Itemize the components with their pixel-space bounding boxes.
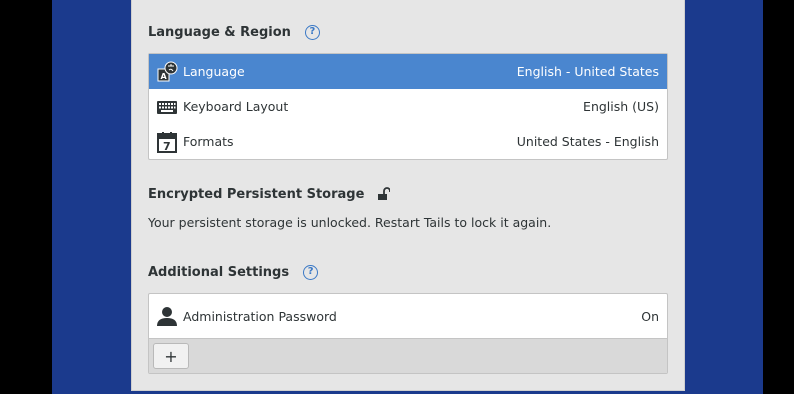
formats-row[interactable]: 7 Formats United States - English: [149, 124, 667, 159]
storage-status-text: Your persistent storage is unlocked. Res…: [148, 215, 552, 230]
language-region-heading: Language & Region ?: [148, 22, 320, 42]
storage-heading: Encrypted Persistent Storage: [148, 184, 391, 204]
additional-settings-list: Administration Password On +: [148, 293, 668, 374]
screen: Language & Region ? A Language English -…: [0, 0, 794, 394]
keyboard-layout-value: English (US): [583, 99, 659, 114]
keyboard-layout-label: Keyboard Layout: [183, 99, 289, 114]
language-row[interactable]: A Language English - United States: [149, 54, 667, 89]
calendar-day: 7: [163, 140, 171, 153]
administration-password-row[interactable]: Administration Password On: [149, 294, 667, 338]
administration-password-value: On: [641, 308, 659, 324]
formats-label: Formats: [183, 134, 234, 149]
storage-title: Encrypted Persistent Storage: [148, 186, 365, 202]
add-setting-button[interactable]: +: [153, 343, 189, 369]
language-label: Language: [183, 64, 245, 79]
language-region-title: Language & Region: [148, 24, 291, 40]
help-icon[interactable]: ?: [304, 24, 320, 40]
keyboard-icon: [156, 96, 178, 118]
list-toolbar: +: [149, 338, 667, 373]
language-icon: A: [156, 61, 178, 83]
calendar-icon: 7: [156, 131, 178, 153]
user-icon: [156, 305, 178, 327]
additional-settings-title: Additional Settings: [148, 264, 290, 280]
keyboard-layout-row[interactable]: Keyboard Layout English (US): [149, 89, 667, 124]
administration-password-label: Administration Password: [183, 308, 337, 324]
formats-value: United States - English: [516, 134, 659, 149]
additional-settings-heading: Additional Settings ?: [148, 262, 319, 282]
unlocked-padlock-icon: [376, 187, 391, 201]
welcome-screen-panel: Language & Region ? A Language English -…: [131, 0, 685, 391]
language-region-list: A Language English - United States Keybo…: [148, 53, 668, 160]
language-value: English - United States: [516, 64, 659, 79]
svg-text:A: A: [161, 72, 168, 81]
help-icon[interactable]: ?: [303, 264, 319, 280]
